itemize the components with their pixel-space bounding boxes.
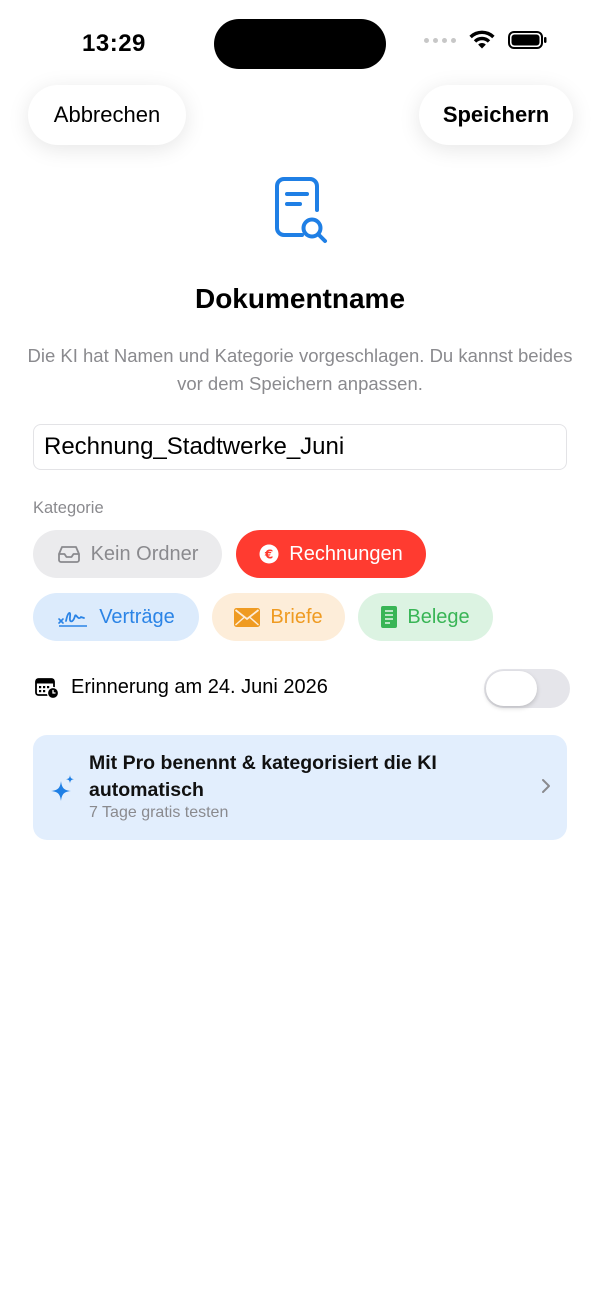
envelope-icon: [234, 607, 261, 627]
category-chip-vertraege[interactable]: Verträge: [33, 593, 199, 641]
reminder-label: Erinnerung am 24. Juni 2026: [71, 676, 328, 698]
toggle-knob: [486, 671, 537, 706]
category-chip-kein-ordner[interactable]: Kein Ordner: [33, 530, 222, 578]
document-name-input[interactable]: Rechnung_Stadtwerke_Juni: [33, 424, 567, 470]
euro-circle-icon: €: [259, 544, 279, 564]
dynamic-island: [214, 19, 386, 69]
signature-icon: [58, 612, 88, 627]
chevron-right-icon: [542, 779, 550, 793]
battery-icon: [508, 31, 547, 49]
cancel-button[interactable]: Abbrechen: [28, 85, 186, 145]
reminder-toggle[interactable]: [484, 669, 570, 708]
chip-label: Kein Ordner: [90, 542, 199, 565]
status-icons: [424, 30, 548, 50]
chip-label: Belege: [407, 605, 470, 628]
calendar-clock-icon: [35, 677, 59, 699]
chip-label: Verträge: [99, 605, 175, 628]
category-chip-belege[interactable]: Belege: [358, 593, 493, 641]
category-chip-briefe[interactable]: Briefe: [212, 593, 345, 641]
page-title: Dokumentname: [194, 283, 406, 314]
pro-subtitle: 7 Tage gratis testen: [89, 804, 229, 821]
sparkles-icon: [51, 775, 74, 801]
reminder-row: Erinnerung am 24. Juni 2026: [35, 676, 328, 699]
svg-text:€: €: [264, 548, 273, 562]
cellular-signal-icon: [424, 37, 456, 43]
pro-title: Mit Pro benennt & kategorisiert die KI a…: [89, 752, 437, 801]
wifi-icon: [469, 30, 495, 49]
document-search-icon: [275, 177, 327, 243]
page-subtitle: Die KI hat Namen und Kategorie vorgeschl…: [27, 345, 573, 394]
chip-label: Rechnungen: [289, 542, 403, 565]
save-button[interactable]: Speichern: [419, 85, 573, 145]
receipt-icon: [381, 606, 398, 628]
status-time: 13:29: [82, 30, 146, 57]
pro-upsell-card[interactable]: Mit Pro benennt & kategorisiert die KI a…: [33, 735, 567, 840]
chip-label: Briefe: [270, 605, 323, 628]
tray-icon: [57, 546, 80, 563]
category-label: Kategorie: [33, 499, 104, 517]
category-chip-rechnungen[interactable]: € Rechnungen: [236, 530, 426, 578]
